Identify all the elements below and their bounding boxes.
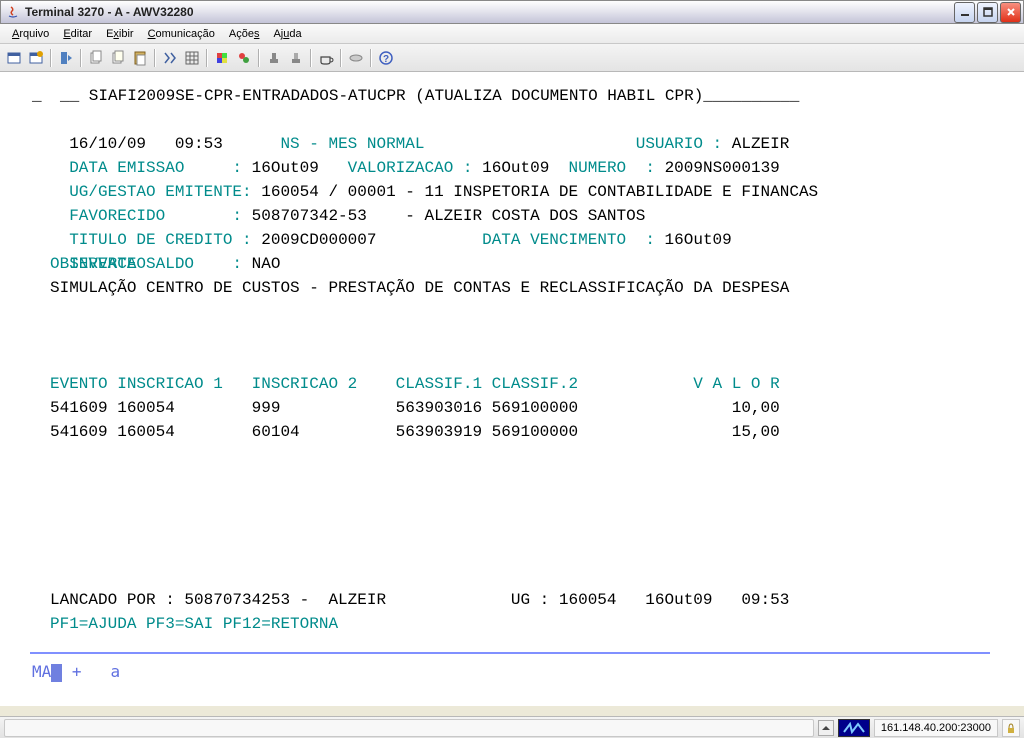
pf-keys: PF1=AJUDA PF3=SAI PF12=RETORNA (50, 612, 1014, 636)
close-button[interactable] (1000, 2, 1021, 23)
svg-text:?: ? (383, 54, 389, 65)
copy-icon[interactable] (86, 48, 106, 68)
color2-icon[interactable] (234, 48, 254, 68)
lancado-line: LANCADO POR : 50870734253 - ALZEIR UG : … (50, 588, 1014, 612)
stamp2-icon[interactable] (286, 48, 306, 68)
observacao-label: OBSERVACAO (50, 252, 1014, 276)
table-header: EVENTO INSCRICAO 1 INSCRICAO 2 CLASSIF.1… (50, 372, 1014, 396)
toolbar: ? (0, 44, 1024, 72)
terminal-status-line: MA + a (32, 660, 120, 684)
breadcrumb: __ SIAFI2009SE-CPR-ENTRADADOS-ATUCPR (AT… (60, 84, 1014, 108)
status-arrow-icon[interactable] (818, 720, 834, 736)
minimize-button[interactable] (954, 2, 975, 23)
toolbar-btn-7[interactable] (160, 48, 180, 68)
status-bar: 161.148.40.200:23000 (0, 716, 1024, 738)
java-icon (5, 4, 21, 20)
maximize-button[interactable] (977, 2, 998, 23)
divider-line (30, 652, 990, 654)
menu-bar: Arquivo Editar Exibir Comunicação Ações … (0, 24, 1024, 44)
grid-icon[interactable] (182, 48, 202, 68)
paste-icon[interactable] (130, 48, 150, 68)
toolbar-btn-1[interactable] (4, 48, 24, 68)
observacao-value: SIMULAÇÃO CENTRO DE CUSTOS - PRESTAÇÃO D… (50, 276, 1014, 300)
coffee-icon[interactable] (316, 48, 336, 68)
help-icon[interactable]: ? (376, 48, 396, 68)
menu-exibir[interactable]: Exibir (100, 26, 140, 42)
menu-ajuda[interactable]: Ajuda (267, 26, 307, 42)
connection-address: 161.148.40.200:23000 (874, 719, 998, 737)
menu-acoes[interactable]: Ações (223, 26, 266, 42)
copy2-icon[interactable] (108, 48, 128, 68)
title-bar: Terminal 3270 - A - AWV32280 (0, 0, 1024, 24)
menu-arquivo[interactable]: Arquivo (6, 26, 55, 42)
color1-icon[interactable] (212, 48, 232, 68)
toolbar-btn-2[interactable] (26, 48, 46, 68)
status-spacer (4, 719, 814, 737)
send-icon[interactable] (346, 48, 366, 68)
lock-icon (1002, 719, 1020, 737)
stamp1-icon[interactable] (264, 48, 284, 68)
cursor-block (51, 664, 62, 682)
terminal-screen[interactable]: _ __ SIAFI2009SE-CPR-ENTRADADOS-ATUCPR (… (0, 72, 1024, 706)
toolbar-btn-3[interactable] (56, 48, 76, 68)
window-title: Terminal 3270 - A - AWV32280 (25, 5, 954, 19)
connection-icon (838, 719, 870, 737)
table-row: 541609 160054 999 563903016 569100000 10… (50, 396, 1014, 420)
table-row: 541609 160054 60104 563903919 569100000 … (50, 420, 1014, 444)
menu-editar[interactable]: Editar (57, 26, 98, 42)
menu-comunicacao[interactable]: Comunicação (142, 26, 221, 42)
